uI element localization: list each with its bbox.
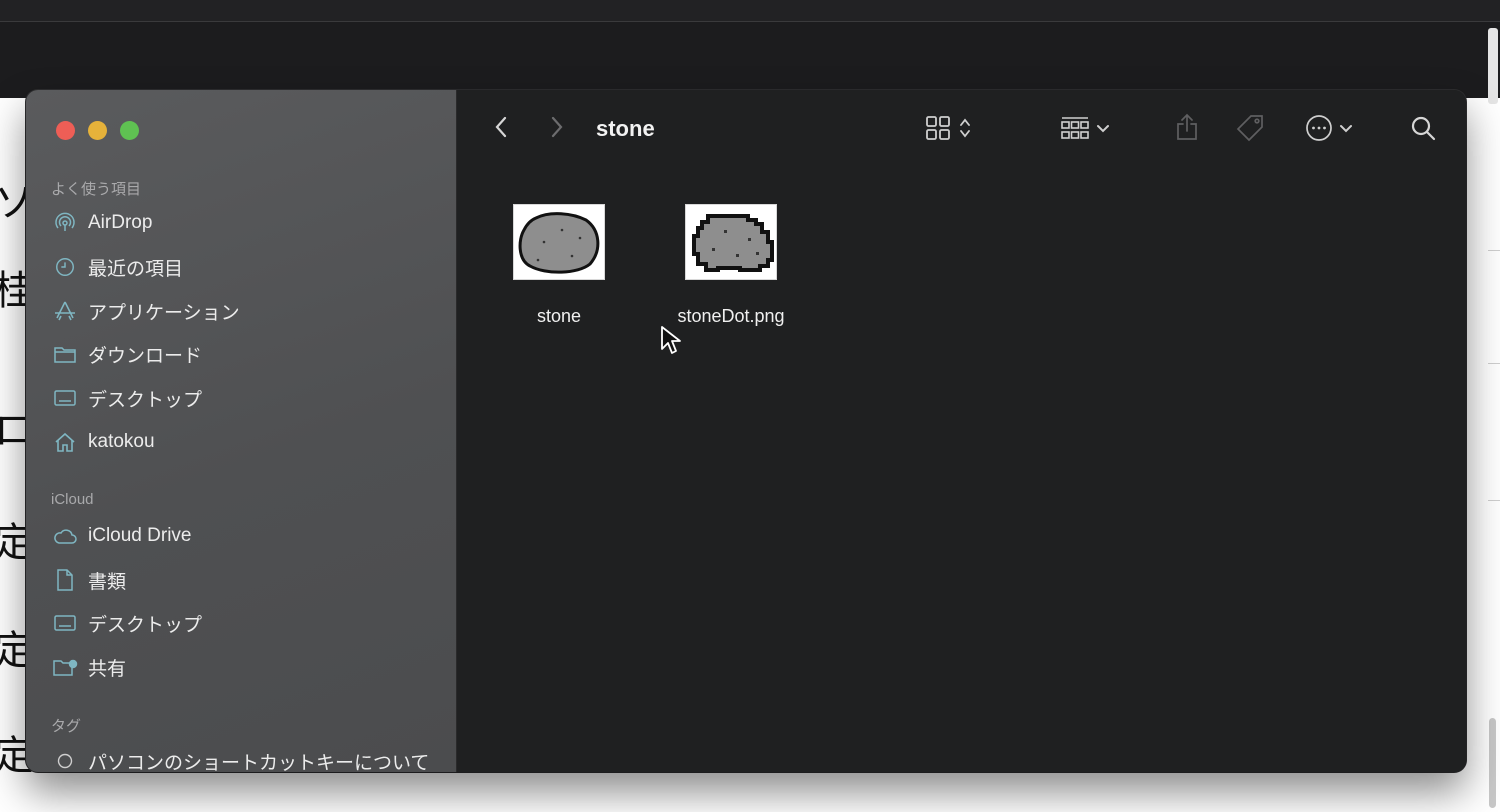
chevron-updown-icon bbox=[959, 117, 971, 144]
sidebar-item-applications[interactable]: アプリケーション bbox=[52, 296, 442, 326]
close-button[interactable] bbox=[56, 121, 75, 140]
forward-icon bbox=[550, 115, 564, 144]
desktop-icon bbox=[52, 610, 78, 636]
zoom-button[interactable] bbox=[120, 121, 139, 140]
sidebar-item-label: 書類 bbox=[88, 571, 127, 593]
chevron-down-icon bbox=[1096, 121, 1110, 139]
applications-icon bbox=[52, 298, 78, 324]
favorites-section-label: よく使う項目 bbox=[51, 181, 142, 198]
file-thumbnail bbox=[513, 204, 605, 280]
sidebar-item-icloud-drive[interactable]: iCloud Drive bbox=[52, 521, 442, 551]
cloud-icon bbox=[52, 523, 78, 549]
sidebar-item-label: AirDrop bbox=[88, 212, 153, 233]
background-page-edge bbox=[1466, 98, 1500, 812]
folder-icon bbox=[52, 341, 78, 367]
airdrop-icon bbox=[52, 210, 78, 236]
sidebar-item-home[interactable]: katokou bbox=[52, 427, 442, 457]
back-icon bbox=[494, 115, 508, 144]
background-scrollbar-top[interactable] bbox=[1488, 28, 1498, 104]
window-title: stone bbox=[596, 116, 655, 141]
file-item-stone[interactable]: stone bbox=[489, 204, 629, 327]
sidebar-item-label: iCloud Drive bbox=[88, 525, 192, 546]
finder-sidebar: よく使う項目 AirDrop 最近の項目 アプリケーション ダウンロード デスク… bbox=[26, 90, 457, 772]
minimize-button[interactable] bbox=[88, 121, 107, 140]
sidebar-item-shared[interactable]: 共有 bbox=[52, 652, 442, 682]
background-rule bbox=[1488, 500, 1500, 501]
file-thumbnail bbox=[685, 204, 777, 280]
background-rule bbox=[1488, 250, 1500, 251]
background-app-strip bbox=[0, 0, 1500, 21]
search-button[interactable] bbox=[1407, 114, 1439, 146]
shared-folder-icon bbox=[52, 654, 78, 680]
document-icon bbox=[52, 567, 78, 593]
tag-button[interactable] bbox=[1233, 114, 1267, 146]
finder-window: よく使う項目 AirDrop 最近の項目 アプリケーション ダウンロード デスク… bbox=[26, 90, 1466, 772]
background-divider bbox=[0, 21, 1500, 22]
clock-icon bbox=[52, 254, 78, 280]
file-name: stone bbox=[536, 306, 582, 326]
more-actions-button[interactable] bbox=[1299, 114, 1359, 146]
icon-view-icon bbox=[925, 115, 951, 146]
sidebar-item-downloads[interactable]: ダウンロード bbox=[52, 339, 442, 369]
tag-circle-icon bbox=[52, 748, 78, 772]
tag-icon bbox=[1235, 113, 1265, 148]
forward-button[interactable] bbox=[543, 114, 571, 144]
more-icon bbox=[1305, 114, 1333, 147]
sidebar-item-airdrop[interactable]: AirDrop bbox=[52, 208, 442, 238]
sidebar-item-label: デスクトップ bbox=[88, 614, 203, 636]
background-rule bbox=[1488, 363, 1500, 364]
stone-image-icon bbox=[518, 212, 600, 274]
mouse-pointer-icon bbox=[660, 325, 682, 360]
finder-content: stone stone stoneDot.png bbox=[457, 90, 1466, 772]
sidebar-item-label: ダウンロード bbox=[88, 345, 203, 367]
sidebar-item-documents[interactable]: 書類 bbox=[52, 565, 442, 595]
sidebar-item-recents[interactable]: 最近の項目 bbox=[52, 252, 442, 282]
file-name: stoneDot.png bbox=[677, 306, 785, 326]
search-icon bbox=[1410, 115, 1436, 146]
chevron-down-icon bbox=[1339, 121, 1353, 139]
background-app-toolbar bbox=[0, 0, 1500, 98]
sidebar-item-label: デスクトップ bbox=[88, 389, 203, 411]
share-button[interactable] bbox=[1173, 112, 1201, 146]
home-icon bbox=[52, 429, 78, 455]
tags-section-label: タグ bbox=[51, 718, 82, 735]
stone-dot-image-icon bbox=[692, 214, 774, 272]
sidebar-item-icloud-desktop[interactable]: デスクトップ bbox=[52, 608, 442, 638]
sidebar-item-label: katokou bbox=[88, 431, 155, 452]
sidebar-item-label: パソコンのショートカットキーについて bbox=[88, 752, 430, 773]
back-button[interactable] bbox=[487, 114, 515, 144]
sidebar-item-label: 共有 bbox=[88, 658, 127, 680]
sidebar-item-label: アプリケーション bbox=[88, 302, 240, 324]
share-icon bbox=[1175, 112, 1199, 147]
sidebar-item-tag[interactable]: パソコンのショートカットキーについて bbox=[52, 746, 442, 772]
group-icon bbox=[1060, 115, 1090, 146]
background-scrollbar[interactable] bbox=[1489, 718, 1496, 808]
group-button[interactable] bbox=[1055, 114, 1115, 146]
icloud-section-label: iCloud bbox=[51, 491, 94, 508]
file-item-stonedot[interactable]: stoneDot.png bbox=[661, 204, 801, 327]
sidebar-item-desktop[interactable]: デスクトップ bbox=[52, 383, 442, 413]
view-mode-button[interactable] bbox=[917, 114, 979, 146]
sidebar-item-label: 最近の項目 bbox=[88, 258, 184, 280]
desktop-icon bbox=[52, 385, 78, 411]
